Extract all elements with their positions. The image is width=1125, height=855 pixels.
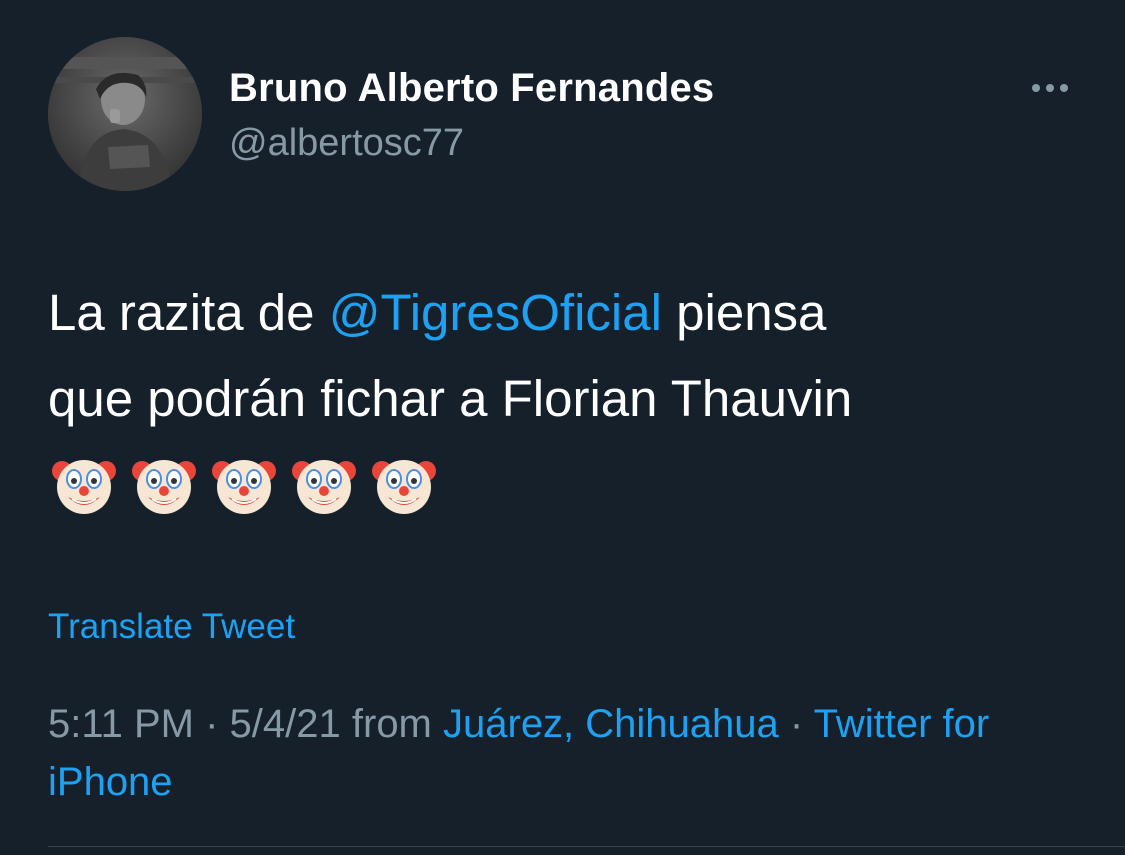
- more-options-button[interactable]: [1024, 74, 1076, 102]
- more-dot: [1060, 84, 1068, 92]
- meta-separator: ·: [778, 702, 814, 746]
- more-horizontal-icon: [1032, 84, 1040, 92]
- avatar[interactable]: [48, 37, 202, 191]
- meta-separator: ·: [194, 702, 230, 746]
- emoji-row: [52, 453, 436, 517]
- meta-from: from: [340, 702, 443, 746]
- tweet-text: La razita de @TigresOficial piensa que p…: [48, 270, 1058, 442]
- location-link[interactable]: Juárez, Chihuahua: [443, 702, 779, 746]
- tweet-meta: 5:11 PM · 5/4/21 from Juárez, Chihuahua …: [48, 695, 1078, 811]
- display-name[interactable]: Bruno Alberto Fernandes: [229, 66, 714, 111]
- clown-face-emoji: [372, 460, 436, 514]
- clown-face-emoji: [52, 460, 116, 514]
- more-dot: [1046, 84, 1054, 92]
- tweet-text-line-1: La razita de @TigresOficial piensa: [48, 270, 1058, 356]
- clown-face-emoji: [132, 460, 196, 514]
- clown-face-emoji: [292, 460, 356, 514]
- tweet-text-prefix: La razita de: [48, 284, 329, 341]
- translate-tweet-link[interactable]: Translate Tweet: [48, 607, 295, 647]
- tweet: Bruno Alberto Fernandes @albertosc77 La …: [0, 0, 1125, 855]
- tweet-date[interactable]: 5/4/21: [230, 702, 341, 746]
- profile-photo-icon: [48, 37, 202, 191]
- tweet-text-line-2: que podrán fichar a Florian Thauvin: [48, 370, 853, 427]
- tweet-text-suffix: piensa: [661, 284, 827, 341]
- mention-link[interactable]: @TigresOficial: [329, 284, 662, 341]
- divider: [48, 846, 1125, 847]
- clown-face-emoji: [212, 460, 276, 514]
- tweet-time[interactable]: 5:11 PM: [48, 702, 194, 746]
- user-handle[interactable]: @albertosc77: [229, 122, 464, 165]
